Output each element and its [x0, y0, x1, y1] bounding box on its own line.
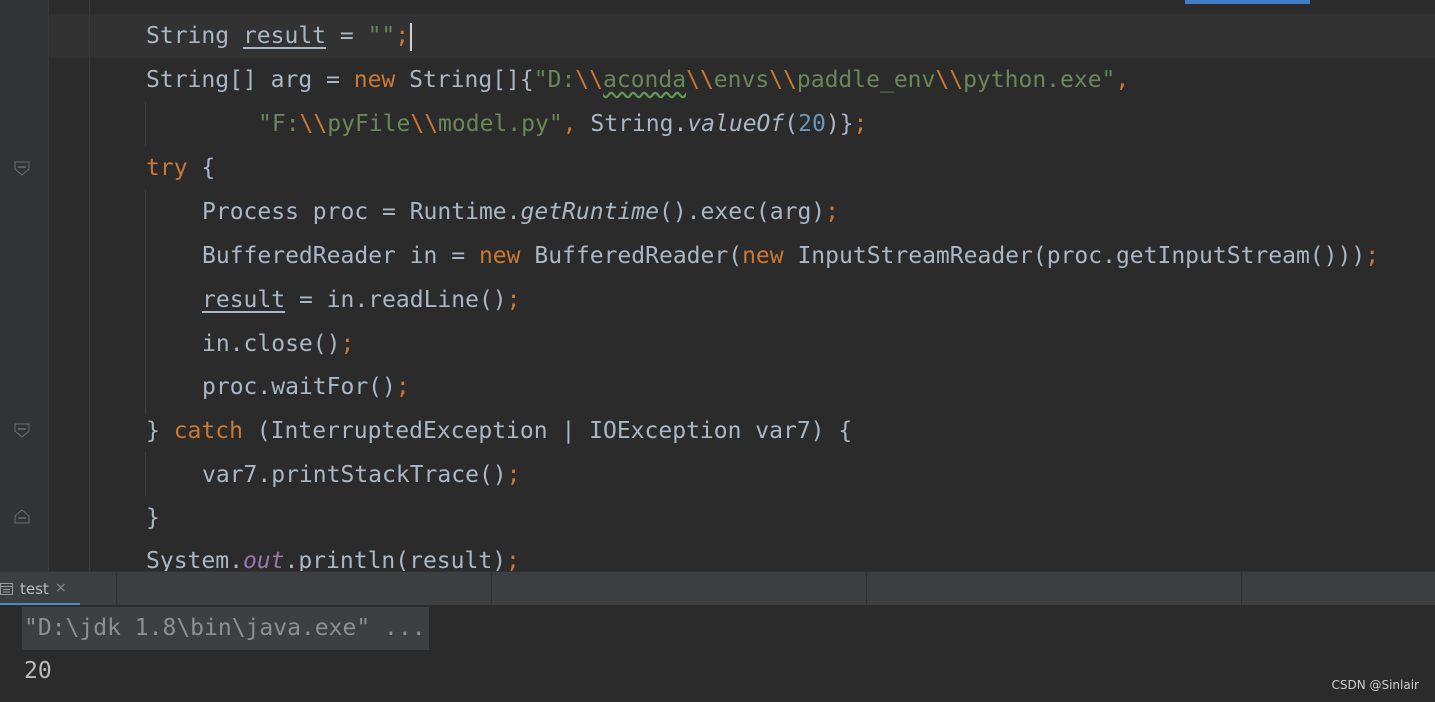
code-line-4[interactable]: try {: [146, 146, 215, 190]
code-token: ;: [506, 548, 520, 571]
code-token: result: [202, 287, 286, 313]
code-token: \\: [686, 67, 714, 93]
code-token: 20: [798, 111, 826, 137]
indent-guide: [145, 190, 146, 414]
code-token: \\: [769, 67, 797, 93]
fold-end-marker-icon[interactable]: [14, 509, 30, 525]
console-icon: [0, 583, 13, 595]
header-divider: [491, 572, 492, 606]
code-token: ,: [1115, 67, 1130, 93]
code-line-11[interactable]: var7.printStackTrace();: [202, 453, 521, 497]
code-token: \\: [575, 67, 603, 93]
console-output-line: 20: [24, 658, 52, 684]
code-line-8[interactable]: in.close();: [202, 322, 354, 366]
header-divider: [116, 572, 117, 606]
code-token: ;: [825, 199, 840, 225]
code-token: python.exe": [963, 67, 1116, 93]
code-token: "": [367, 23, 396, 49]
code-line-7[interactable]: result = in.readLine();: [202, 278, 521, 322]
close-tab-icon[interactable]: ×: [55, 580, 67, 596]
code-token: )}: [825, 111, 854, 137]
code-token: getRuntime: [520, 199, 659, 225]
run-tool-window-header: test ×: [0, 571, 1435, 606]
code-token: in.close(): [202, 331, 341, 357]
code-token: Process proc = Runtime.: [202, 199, 521, 225]
code-token: aconda: [603, 67, 687, 93]
code-token: ;: [1365, 243, 1380, 269]
code-line-1[interactable]: String result = "";: [146, 14, 413, 58]
code-token: new: [742, 243, 784, 269]
code-token: result: [242, 23, 327, 49]
code-token: catch: [173, 418, 243, 444]
run-console[interactable]: "D:\jdk 1.8\bin\java.exe" ... 20 CSDN @S…: [0, 605, 1435, 702]
code-token: ;: [506, 287, 521, 313]
code-token: "F:: [258, 111, 300, 137]
code-token: String: [146, 23, 243, 49]
code-token: model.py": [438, 111, 563, 137]
code-token: new: [478, 243, 521, 269]
code-token: out: [242, 548, 285, 571]
code-token: try: [146, 155, 188, 181]
code-token: {: [187, 155, 216, 181]
header-divider: [866, 572, 867, 606]
code-token: \\: [410, 111, 439, 137]
console-command-line: "D:\jdk 1.8\bin\java.exe" ...: [24, 615, 426, 641]
code-token: String.: [590, 111, 688, 137]
fold-marker-icon[interactable]: [14, 422, 30, 438]
code-token: new: [353, 67, 396, 93]
code-line-5[interactable]: Process proc = Runtime.getRuntime().exec…: [202, 190, 839, 234]
code-token: BufferedReader in =: [202, 243, 479, 269]
run-tab-test[interactable]: test ×: [0, 572, 80, 606]
scroll-marker: [1185, 0, 1310, 4]
watermark-text: CSDN @Sinlair: [1331, 678, 1419, 692]
code-token: String[]{: [395, 67, 534, 93]
code-token: String[] arg =: [146, 67, 354, 93]
code-token: proc.waitFor(): [202, 374, 396, 400]
code-line-13[interactable]: System.out.println(result);: [146, 539, 520, 571]
code-line-6[interactable]: BufferedReader in = new BufferedReader(n…: [202, 234, 1379, 278]
indent-guide: [89, 0, 90, 571]
code-token: \\: [299, 111, 328, 137]
code-token: }: [146, 418, 174, 444]
run-tab-label: test: [20, 580, 49, 598]
code-token: valueOf: [687, 111, 785, 137]
fold-marker-icon[interactable]: [14, 160, 30, 176]
code-token: System.: [146, 548, 243, 571]
code-token: (: [784, 111, 799, 137]
header-divider: [1241, 572, 1242, 606]
code-token: \\: [935, 67, 964, 93]
code-token: ;: [395, 374, 410, 400]
code-token: var7.printStackTrace(): [202, 462, 507, 488]
code-token: ;: [395, 23, 410, 49]
code-line-2[interactable]: String[] arg = new String[]{"D:\\aconda\…: [146, 58, 1129, 102]
code-token: ;: [853, 111, 868, 137]
code-token: ,: [562, 111, 591, 137]
code-line-9[interactable]: proc.waitFor();: [202, 365, 410, 409]
code-token: InputStreamReader(proc.getInputStream())…: [783, 243, 1366, 269]
code-line-12[interactable]: }: [146, 496, 160, 540]
code-token: = in.readLine(): [285, 287, 507, 313]
code-token: envs: [713, 67, 770, 93]
gutter-separator: [48, 0, 49, 571]
indent-guide: [145, 102, 146, 146]
code-token: paddle_env: [796, 67, 936, 93]
code-token: }: [146, 505, 160, 531]
code-token: ().exec(arg): [658, 199, 826, 225]
text-caret: [410, 22, 413, 51]
indent-guide: [145, 452, 146, 496]
code-token: "D:: [533, 67, 576, 93]
code-token: pyFile: [327, 111, 411, 137]
code-editor[interactable]: String result = ""; String[] arg = new S…: [0, 0, 1435, 571]
editor-gutter[interactable]: [0, 0, 48, 571]
code-line-3[interactable]: "F:\\pyFile\\model.py", String.valueOf(2…: [258, 102, 867, 146]
code-token: .println(result): [284, 548, 507, 571]
code-token: =: [326, 23, 368, 49]
code-token: (InterruptedException | IOException var7…: [242, 418, 853, 444]
code-token: ;: [340, 331, 355, 357]
code-token: BufferedReader(: [520, 243, 743, 269]
code-line-10[interactable]: } catch (InterruptedException | IOExcept…: [146, 409, 852, 453]
code-token: ;: [506, 462, 521, 488]
